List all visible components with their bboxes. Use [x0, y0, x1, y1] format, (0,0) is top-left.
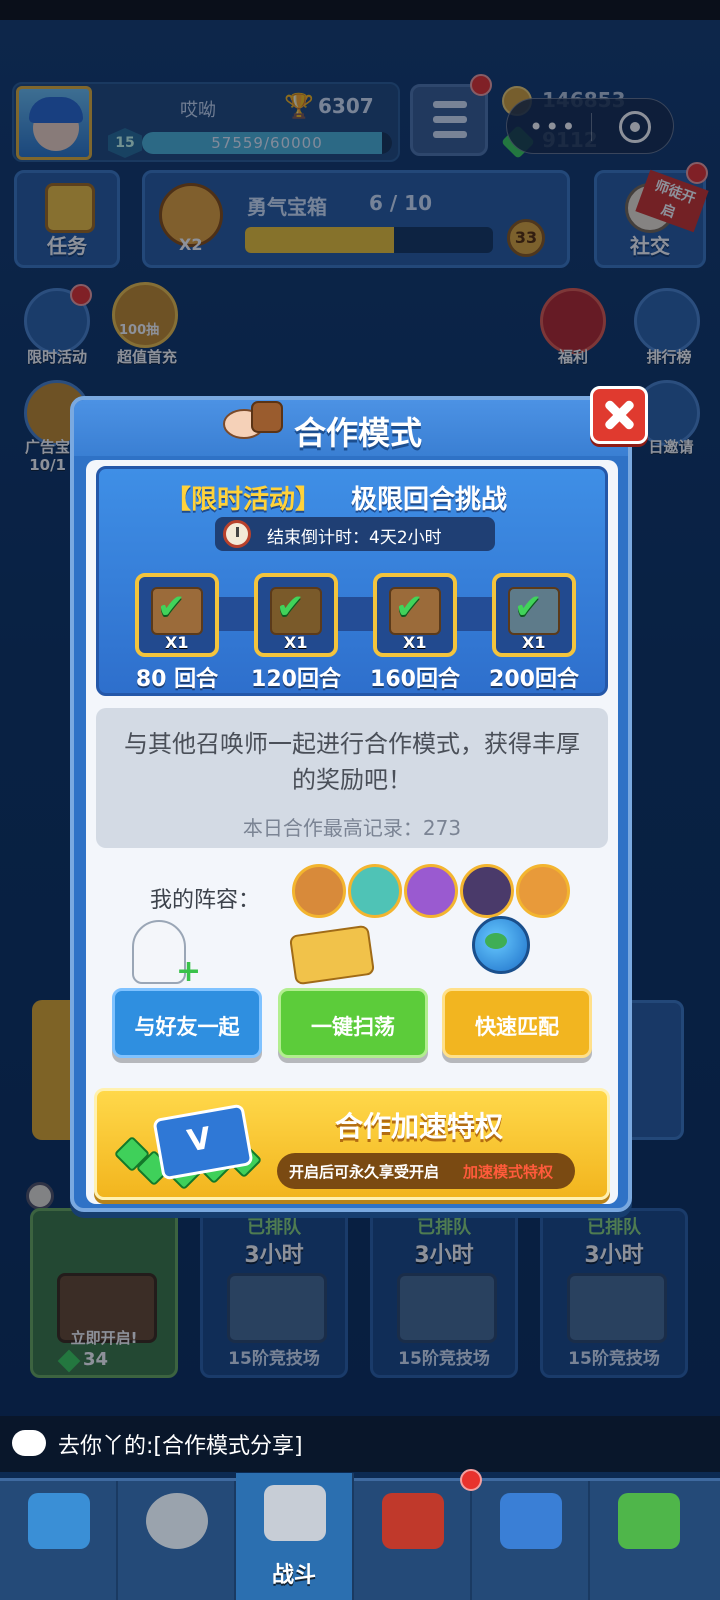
reward-qty: X1 [165, 633, 189, 652]
check-icon: ✔ [276, 587, 305, 627]
reward-label: 120回合 [251, 667, 341, 692]
play-with-friend-label: 与好友一起 [134, 1015, 240, 1039]
reward-item[interactable]: ✔ X1 [373, 573, 457, 657]
countdown-text: 结束倒计时：4天2小时 [267, 528, 442, 548]
reward-label: 160回合 [370, 667, 460, 692]
friends-icon [500, 1493, 562, 1549]
check-icon: ✔ [395, 587, 424, 627]
clock-icon [223, 520, 251, 548]
chat-bar[interactable]: 去你丫的:[合作模式分享] [0, 1416, 720, 1472]
hero-avatar[interactable] [348, 864, 402, 918]
reward-item[interactable]: ✔ X1 [135, 573, 219, 657]
event-countdown: 结束倒计时：4天2小时 [215, 517, 495, 551]
check-icon: ✔ [514, 587, 543, 627]
hero-avatar[interactable] [516, 864, 570, 918]
treasure-chest-icon [28, 1493, 90, 1549]
handshake-icon [223, 401, 283, 439]
nav-battle-label: 战斗 [271, 1563, 316, 1588]
nav-friends[interactable] [472, 1481, 590, 1600]
vip-card-letter: V [184, 1120, 214, 1160]
nav-clan[interactable] [354, 1481, 472, 1600]
vip-subtitle-text: 开启后可永久享受开启 [289, 1163, 440, 1181]
quick-match-label: 快速匹配 [475, 1015, 559, 1039]
vip-subtitle: 开启后可永久享受开启 加速模式特权 [277, 1153, 575, 1189]
knight-helmet-icon [146, 1493, 208, 1549]
chat-message: 去你丫的:[合作模式分享] [58, 1434, 303, 1459]
dialog-body: 【限时活动】 极限回合挑战 结束倒计时：4天2小时 ✔ X1 ✔ X1 ✔ X1 [86, 460, 618, 1204]
hero-avatar[interactable] [292, 864, 346, 918]
vip-subtitle-highlight: 加速模式特权 [463, 1163, 554, 1181]
daily-record: 本日合作最高记录：273 [242, 816, 462, 840]
dialog-title: 合作模式 [294, 414, 423, 452]
description-text: 与其他召唤师一起进行合作模式，获得丰厚的奖励吧！ [124, 730, 580, 794]
event-tag: 【限时活动】 [165, 485, 322, 515]
shield-crown-icon [382, 1493, 444, 1549]
event-name: 极限回合挑战 [351, 485, 508, 515]
play-with-friend-button[interactable]: 与好友一起 [112, 988, 262, 1058]
reward-qty: X1 [522, 633, 546, 652]
limited-event-panel: 【限时活动】 极限回合挑战 结束倒计时：4天2小时 ✔ X1 ✔ X1 ✔ X1 [96, 466, 608, 696]
nav-garden[interactable] [590, 1481, 720, 1600]
hero-avatar[interactable] [404, 864, 458, 918]
one-click-sweep-label: 一键扫荡 [311, 1015, 395, 1039]
quick-match-button[interactable]: 快速匹配 [442, 988, 592, 1058]
reward-item[interactable]: ✔ X1 [492, 573, 576, 657]
description-box: 与其他召唤师一起进行合作模式，获得丰厚的奖励吧！ 本日合作最高记录：273 [96, 708, 608, 848]
coop-acceleration-privilege-banner[interactable]: V 合作加速特权 开启后可永久享受开启 加速模式特权 [94, 1088, 610, 1200]
crossed-swords-icon [264, 1485, 326, 1541]
reward-qty: X1 [284, 633, 308, 652]
globe-icon [472, 916, 530, 974]
nav-shop[interactable] [0, 1481, 118, 1600]
close-button[interactable] [590, 386, 648, 444]
coop-mode-dialog: 合作模式 【限时活动】 极限回合挑战 结束倒计时：4天2小时 ✔ X1 ✔ X1 [70, 386, 648, 1212]
lineup-label: 我的阵容： [150, 888, 261, 913]
sprout-icon [618, 1493, 680, 1549]
plus-icon: + [176, 954, 202, 989]
check-icon: ✔ [157, 587, 186, 627]
reward-item[interactable]: ✔ X1 [254, 573, 338, 657]
nav-heroes[interactable] [118, 1481, 236, 1600]
one-click-sweep-button[interactable]: 一键扫荡 [278, 988, 428, 1058]
nav-battle[interactable]: 战斗 [236, 1473, 354, 1600]
sweep-ticket-icon [288, 924, 376, 986]
status-bar [0, 0, 720, 20]
vip-title: 合作加速特权 [335, 1110, 504, 1143]
chat-bubble-icon [12, 1430, 46, 1456]
bottom-navigation: 战斗 [0, 1469, 720, 1600]
hero-avatar[interactable] [460, 864, 514, 918]
reward-label: 200回合 [489, 667, 579, 692]
reward-qty: X1 [403, 633, 427, 652]
reward-label: 80 回合 [135, 667, 219, 692]
